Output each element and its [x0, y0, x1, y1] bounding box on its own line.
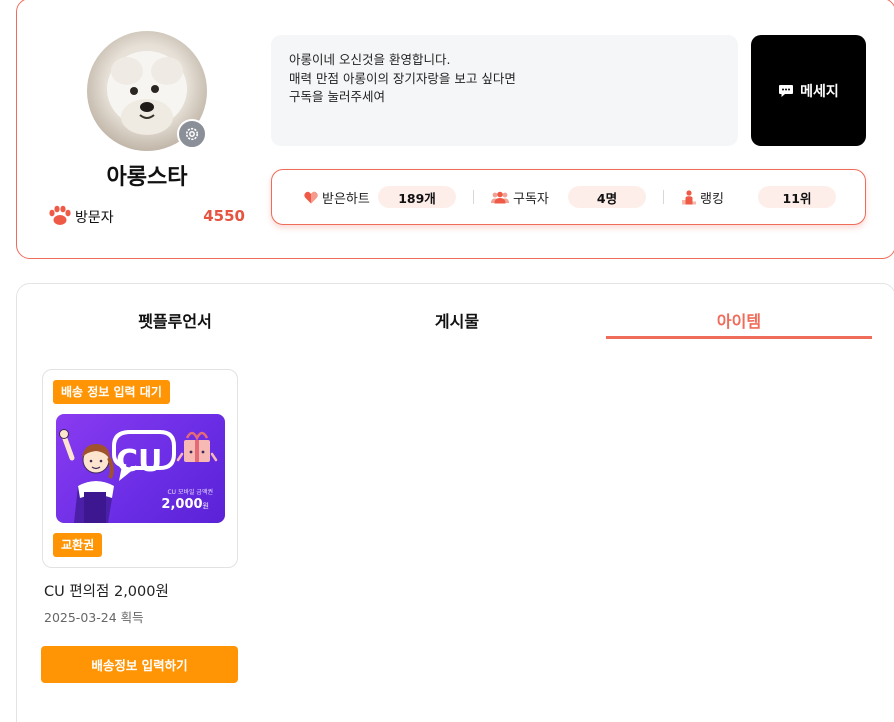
gear-icon: [185, 127, 199, 141]
stat-hearts-label: 받은하트: [322, 191, 370, 207]
enter-shipping-info-button[interactable]: 배송정보 입력하기: [41, 646, 238, 683]
tab-posts[interactable]: 게시물: [324, 308, 590, 338]
stat-ranking-label: 랭킹: [700, 191, 724, 207]
intro-line: 아롱이네 오신것을 환영합니다.: [289, 52, 451, 67]
paw-icon: [49, 205, 71, 225]
person-rank-icon: [682, 189, 696, 204]
item-name: CU 편의점 2,000원: [44, 584, 169, 600]
stat-subscribers[interactable]: 구독자: [491, 170, 549, 224]
intro-box: 아롱이네 오신것을 환영합니다. 매력 만점 아롱이의 장기자랑을 보고 싶다면…: [271, 35, 738, 146]
heart-icon: [304, 191, 318, 203]
tab-petfluencer[interactable]: 펫플루언서: [42, 308, 308, 338]
intro-line: 매력 만점 아롱이의 장기자랑을 보고 싶다면: [289, 70, 516, 86]
people-icon: [491, 191, 509, 203]
stat-ranking-value: 11위: [758, 186, 836, 208]
chat-bubble-icon: [779, 85, 794, 97]
gift-brand-text: CU: [116, 444, 163, 479]
intro-line: 구독을 눌러주세여: [289, 89, 385, 104]
item-card[interactable]: 배송 정보 입력 대기 CU CU 모바일 금액권 2,000원 교환권: [42, 369, 238, 568]
stat-hearts-value: 189개: [378, 186, 456, 208]
type-badge: 교환권: [53, 533, 103, 557]
profile-nickname: 아롱스타: [106, 165, 188, 190]
avatar-container: [87, 31, 207, 151]
active-tab-underline: [606, 336, 872, 339]
message-button[interactable]: 메세지: [751, 35, 866, 146]
status-badge: 배송 정보 입력 대기: [53, 380, 170, 404]
stat-subscribers-label: 구독자: [513, 191, 549, 207]
profile-card: 아롱스타 방문자 4550 아롱이네 오신것을 환영합니다. 매력 만점 아롱이…: [16, 0, 894, 259]
tab-items[interactable]: 아이템: [606, 308, 872, 338]
message-button-label: 메세지: [800, 83, 839, 100]
stat-divider: [663, 190, 664, 204]
gift-amount-value: 2,000: [161, 497, 203, 512]
visitor-count: 4550: [203, 207, 245, 225]
gift-amount: 2,000원: [161, 497, 209, 512]
visitor-row: 방문자 4550: [47, 205, 247, 227]
gift-caption: CU 모바일 금액권: [167, 489, 213, 496]
stats-bar: 받은하트 189개 구독자 4명 랭킹 11위: [271, 169, 866, 225]
visitor-label: 방문자: [75, 210, 114, 226]
stat-ranking[interactable]: 랭킹: [682, 170, 724, 224]
settings-button[interactable]: [177, 119, 207, 149]
gift-amount-unit: 원: [202, 502, 209, 510]
item-date: 2025-03-24 획득: [44, 610, 144, 625]
stat-divider: [473, 190, 474, 204]
stat-subscribers-value: 4명: [568, 186, 646, 208]
stat-hearts[interactable]: 받은하트: [304, 170, 370, 224]
content-card: 펫플루언서 게시물 아이템 배송 정보 입력 대기 CU CU 모바일 금액권 …: [16, 283, 894, 722]
gift-card-image: CU CU 모바일 금액권 2,000원: [56, 414, 225, 523]
